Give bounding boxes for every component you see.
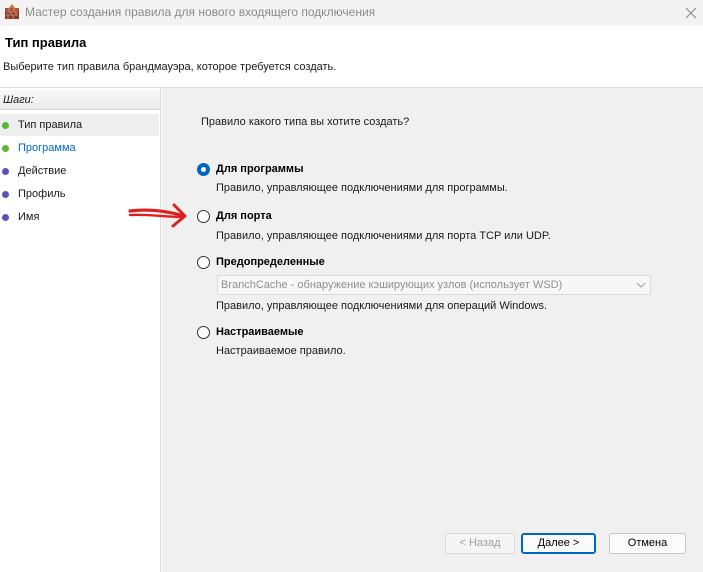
predefined-option-label[interactable]: Предопределенные [216, 256, 325, 268]
step-label: Действие [18, 165, 67, 177]
step-status-dot [2, 145, 9, 152]
step-status-dot [2, 214, 9, 221]
step-rule-type[interactable]: Тип правила [0, 114, 159, 136]
cancel-button[interactable]: Отмена [609, 533, 686, 554]
red-annotation-arrow-icon [128, 203, 187, 228]
custom-radio[interactable] [197, 326, 210, 339]
page-description: Выберите тип правила брандмауэра, которо… [3, 61, 337, 73]
steps-pane: Шаги: Тип правила Программа Действие Про… [0, 88, 161, 572]
main-content: Правило какого типа вы хотите создать? Д… [162, 88, 703, 572]
program-option-description: Правило, управляющее подключениями для п… [216, 182, 508, 194]
firewall-icon [4, 4, 20, 20]
page-title: Тип правила [5, 35, 87, 50]
port-option-label[interactable]: Для порта [216, 210, 272, 222]
custom-option-description: Настраиваемое правило. [216, 345, 346, 357]
predefined-radio[interactable] [197, 256, 210, 269]
port-radio[interactable] [197, 210, 210, 223]
window-titlebar: Мастер создания правила для нового входя… [0, 0, 703, 26]
predefined-option-description: Правило, управляющее подключениями для о… [216, 300, 548, 312]
step-label: Тип правила [18, 119, 83, 131]
port-option-description: Правило, управляющее подключениями для п… [216, 230, 551, 242]
close-icon [685, 7, 697, 19]
step-status-dot [2, 168, 9, 175]
step-label: Профиль [18, 188, 66, 200]
program-radio[interactable] [197, 163, 210, 176]
rule-type-question: Правило какого типа вы хотите создать? [201, 116, 410, 128]
predefined-rules-select-value: BranchCache - обнаружение кэширующих узл… [221, 279, 563, 291]
custom-option-label[interactable]: Настраиваемые [216, 326, 304, 338]
close-button[interactable] [679, 0, 703, 26]
step-status-dot [2, 191, 9, 198]
predefined-rules-select[interactable]: BranchCache - обнаружение кэширующих узл… [217, 275, 651, 295]
step-status-dot [2, 122, 9, 129]
wizard-header: Тип правила Выберите тип правила брандма… [0, 26, 703, 88]
step-label: Имя [18, 211, 40, 223]
back-button[interactable]: < Назад [445, 533, 515, 554]
step-program[interactable]: Программа [0, 137, 159, 159]
step-action[interactable]: Действие [0, 160, 159, 182]
window-title: Мастер создания правила для нового входя… [25, 5, 376, 19]
program-option-label[interactable]: Для программы [216, 163, 303, 175]
next-button[interactable]: Далее > [521, 533, 596, 554]
steps-header: Шаги: [0, 90, 160, 110]
step-label[interactable]: Программа [18, 142, 76, 154]
chevron-down-icon [636, 280, 646, 293]
steps-header-label: Шаги: [3, 94, 34, 106]
